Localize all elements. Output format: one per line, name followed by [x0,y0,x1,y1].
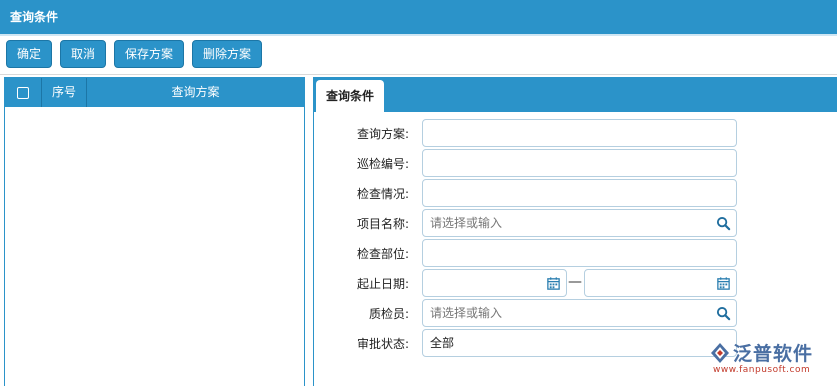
tab-bar: 查询条件 [314,77,837,112]
row-project-name: 项目名称: [314,209,409,237]
project-name-label: 项目名称: [356,216,409,231]
window-title: 查询条件 [0,0,837,34]
date-separator: — [568,274,582,290]
row-inspection-no: 巡检编号: [314,149,409,177]
watermark-url: www.fanpusoft.com [713,365,811,375]
column-header-scheme-name[interactable]: 查询方案 [87,78,304,107]
date-range-label: 起止日期: [356,276,409,291]
confirm-button[interactable]: 确定 [6,40,53,68]
inspector-label: 质检员: [368,306,409,321]
delete-scheme-button[interactable]: 删除方案 [192,40,263,68]
row-query-scheme: 查询方案: [314,119,409,147]
row-check-status: 检查情况: [314,179,409,207]
title-divider [0,34,837,36]
watermark-brand: 泛普软件 [733,343,814,365]
project-name-placeholder: 请选择或输入 [430,216,503,230]
fanpu-watermark: 泛普软件 www.fanpusoft.com [708,338,833,380]
approval-status-select[interactable]: 全部 [422,329,737,357]
search-icon[interactable] [716,216,731,231]
inspector-input[interactable]: 请选择或输入 [422,299,737,327]
row-inspector: 质检员: [314,299,409,327]
query-scheme-label: 查询方案: [356,126,409,141]
inspector-placeholder: 请选择或输入 [430,306,503,320]
scheme-list-panel: 序号 查询方案 [4,77,305,386]
inspection-no-label: 巡检编号: [356,156,409,171]
inspection-no-input[interactable] [422,149,737,177]
column-header-seq[interactable]: 序号 [42,78,87,107]
check-status-label: 检查情况: [356,186,409,201]
row-check-part: 检查部位: [314,239,409,267]
calendar-icon[interactable] [546,276,561,291]
row-date-range: 起止日期: [314,269,409,297]
end-date-input[interactable] [584,269,737,297]
project-name-input[interactable]: 请选择或输入 [422,209,737,237]
tab-query-conditions[interactable]: 查询条件 [316,80,385,112]
approval-status-label: 审批状态: [356,336,409,351]
cancel-button[interactable]: 取消 [60,40,107,68]
row-approval-status: 审批状态: [314,329,409,357]
check-status-input[interactable] [422,179,737,207]
search-icon[interactable] [716,306,731,321]
select-all-checkbox[interactable] [17,86,29,99]
save-scheme-button[interactable]: 保存方案 [114,40,185,68]
start-date-input[interactable] [422,269,567,297]
scheme-list-header: 序号 查询方案 [5,78,304,107]
check-part-input[interactable] [422,239,737,267]
check-part-label: 检查部位: [356,246,409,261]
fanpu-logo-icon [711,343,729,363]
toolbar-divider [0,74,837,75]
calendar-icon[interactable] [716,276,731,291]
select-all-cell [5,78,42,107]
toolbar: 确定 取消 保存方案 删除方案 [6,40,263,70]
query-scheme-input[interactable] [422,119,737,147]
